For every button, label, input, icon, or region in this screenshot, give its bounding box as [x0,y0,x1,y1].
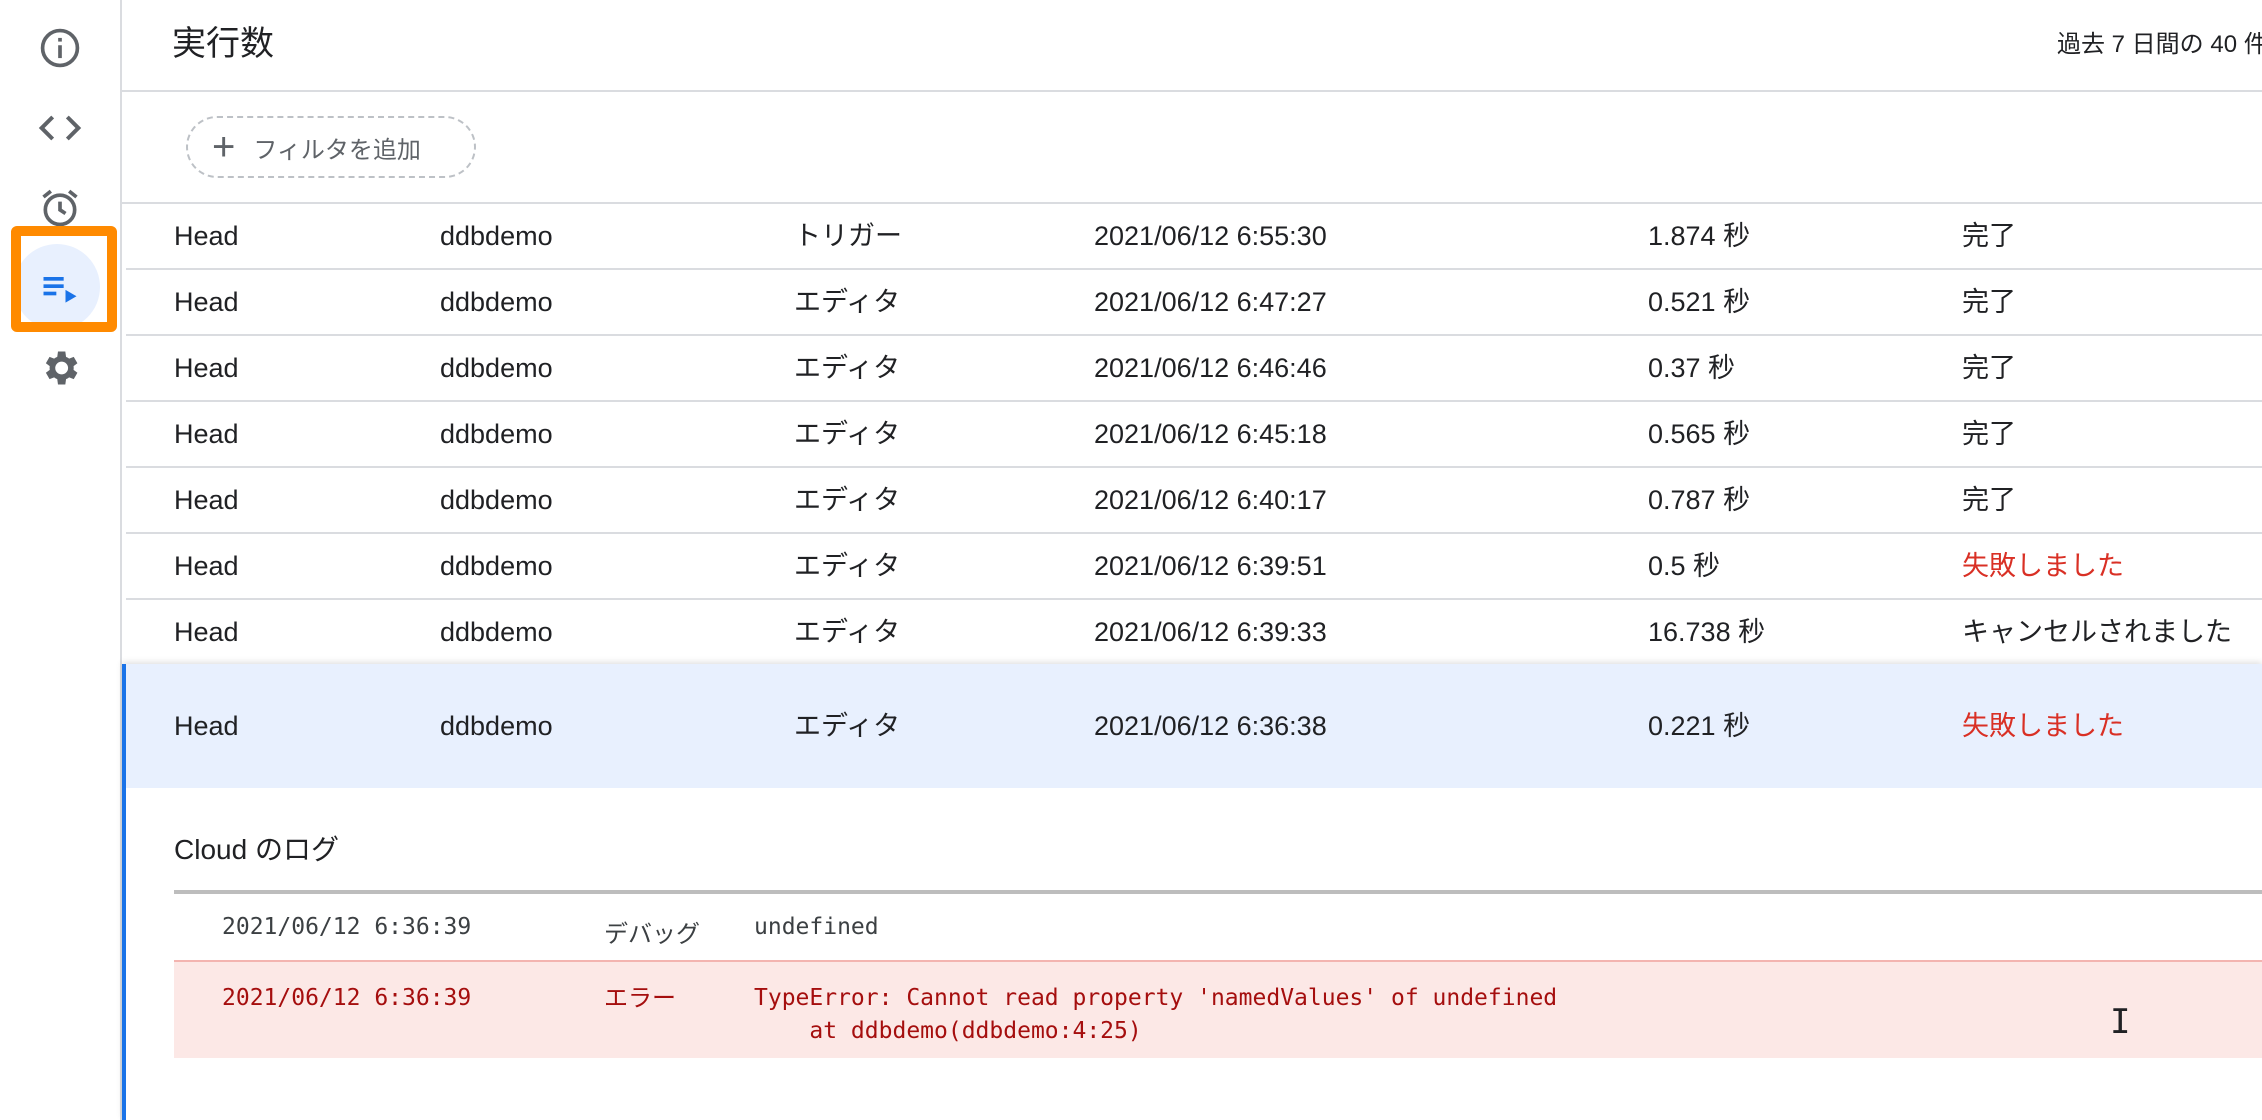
type-cell: エディタ [794,711,901,741]
highlight-annotation [11,226,117,332]
function-cell: ddbdemo [440,711,553,741]
table-row[interactable]: Head ddbdemo エディタ 2021/06/12 6:47:27 0.521 秒… [126,270,2262,336]
log-level: エラー [604,985,676,1012]
text-cursor-icon: I [2110,1002,2131,1042]
plus-icon: + [212,125,236,169]
table-row[interactable]: Head ddbdemo エディタ 2021/06/12 6:45:18 0.565 秒… [126,402,2262,468]
table-row[interactable]: Head ddbdemo エディタ 2021/06/12 6:40:17 0.787 秒… [126,468,2262,534]
function-cell: ddbdemo [440,617,553,647]
type-cell: トリガー [794,221,902,251]
execution-count-info: 過去 7 日間の 40 件 [2057,31,2262,58]
status-cell: 完了 [1962,485,2016,515]
duration-cell: 16.738 秒 [1648,617,1766,647]
duration-cell: 0.37 秒 [1648,353,1736,383]
version-cell: Head [174,711,239,741]
logs-title: Cloud のログ [174,834,339,865]
function-cell: ddbdemo [440,287,553,317]
start-time-cell: 2021/06/12 6:40:17 [1094,485,1327,515]
status-cell: 完了 [1962,221,2016,251]
type-cell: エディタ [794,617,901,647]
duration-cell: 0.5 秒 [1648,551,1721,581]
start-time-cell: 2021/06/12 6:39:51 [1094,551,1327,581]
type-cell: エディタ [794,287,901,317]
table-row[interactable]: Head ddbdemo エディタ 2021/06/12 6:39:51 0.5 秒 失敗… [126,534,2262,600]
version-cell: Head [174,287,239,317]
function-cell: ddbdemo [440,353,553,383]
function-cell: ddbdemo [440,221,553,251]
code-icon[interactable] [30,98,90,158]
version-cell: Head [174,551,239,581]
type-cell: エディタ [794,485,901,515]
type-cell: エディタ [794,419,901,449]
logs-table: 2021/06/12 6:36:39 デバッグ undefined 2021/0… [174,890,2262,1058]
page-title: 実行数 [172,25,274,63]
executions-table: Head ddbdemo トリガー 2021/06/12 6:55:30 1.874 秒… [126,204,2262,666]
type-cell: エディタ [794,551,901,581]
version-cell: Head [174,485,239,515]
duration-cell: 0.787 秒 [1648,485,1751,515]
add-filter-button[interactable]: + フィルタを追加 [186,116,476,178]
log-time: 2021/06/12 6:36:39 [222,914,472,940]
status-cell: 完了 [1962,419,2016,449]
log-message: TypeError: Cannot read property 'namedVa… [754,985,1558,1044]
status-cell: キャンセルされました [1962,617,2232,647]
start-time-cell: 2021/06/12 6:45:18 [1094,419,1327,449]
start-time-cell: 2021/06/12 6:46:46 [1094,353,1327,383]
function-cell: ddbdemo [440,485,553,515]
page-header: 実行数 過去 7 日間の 40 件 [122,0,2262,92]
status-cell: 完了 [1962,353,2016,383]
version-cell: Head [174,221,239,251]
log-time: 2021/06/12 6:36:39 [222,985,472,1011]
table-row-selected[interactable]: Head ddbdemo エディタ 2021/06/12 6:36:38 0.2… [126,664,2262,788]
duration-cell: 0.565 秒 [1648,419,1751,449]
log-level: デバッグ [604,921,700,948]
start-time-cell: 2021/06/12 6:39:33 [1094,617,1327,647]
version-cell: Head [174,353,239,383]
start-time-cell: 2021/06/12 6:55:30 [1094,221,1327,251]
table-row[interactable]: Head ddbdemo エディタ 2021/06/12 6:39:33 16.738 … [126,600,2262,666]
status-cell: 失敗しました [1962,711,2124,741]
info-icon[interactable] [30,18,90,78]
gear-icon[interactable] [30,338,90,398]
function-cell: ddbdemo [440,551,553,581]
log-message: undefined [754,914,879,940]
expanded-execution: Head ddbdemo エディタ 2021/06/12 6:36:38 0.2… [122,664,2262,1120]
function-cell: ddbdemo [440,419,553,449]
table-row[interactable]: Head ddbdemo トリガー 2021/06/12 6:55:30 1.874 秒… [126,204,2262,270]
status-cell: 完了 [1962,287,2016,317]
log-row-error[interactable]: 2021/06/12 6:36:39 エラー TypeError: Cannot… [174,962,2262,1058]
type-cell: エディタ [794,353,901,383]
add-filter-label: フィルタを追加 [253,136,421,164]
log-row-debug[interactable]: 2021/06/12 6:36:39 デバッグ undefined [174,894,2262,962]
start-time-cell: 2021/06/12 6:47:27 [1094,287,1327,317]
duration-cell: 1.874 秒 [1648,221,1751,251]
status-cell: 失敗しました [1962,551,2124,581]
duration-cell: 0.221 秒 [1648,711,1751,741]
side-nav [0,0,122,1120]
version-cell: Head [174,419,239,449]
table-row[interactable]: Head ddbdemo エディタ 2021/06/12 6:46:46 0.37 秒 完… [126,336,2262,402]
version-cell: Head [174,617,239,647]
duration-cell: 0.521 秒 [1648,287,1751,317]
start-time-cell: 2021/06/12 6:36:38 [1094,711,1327,741]
